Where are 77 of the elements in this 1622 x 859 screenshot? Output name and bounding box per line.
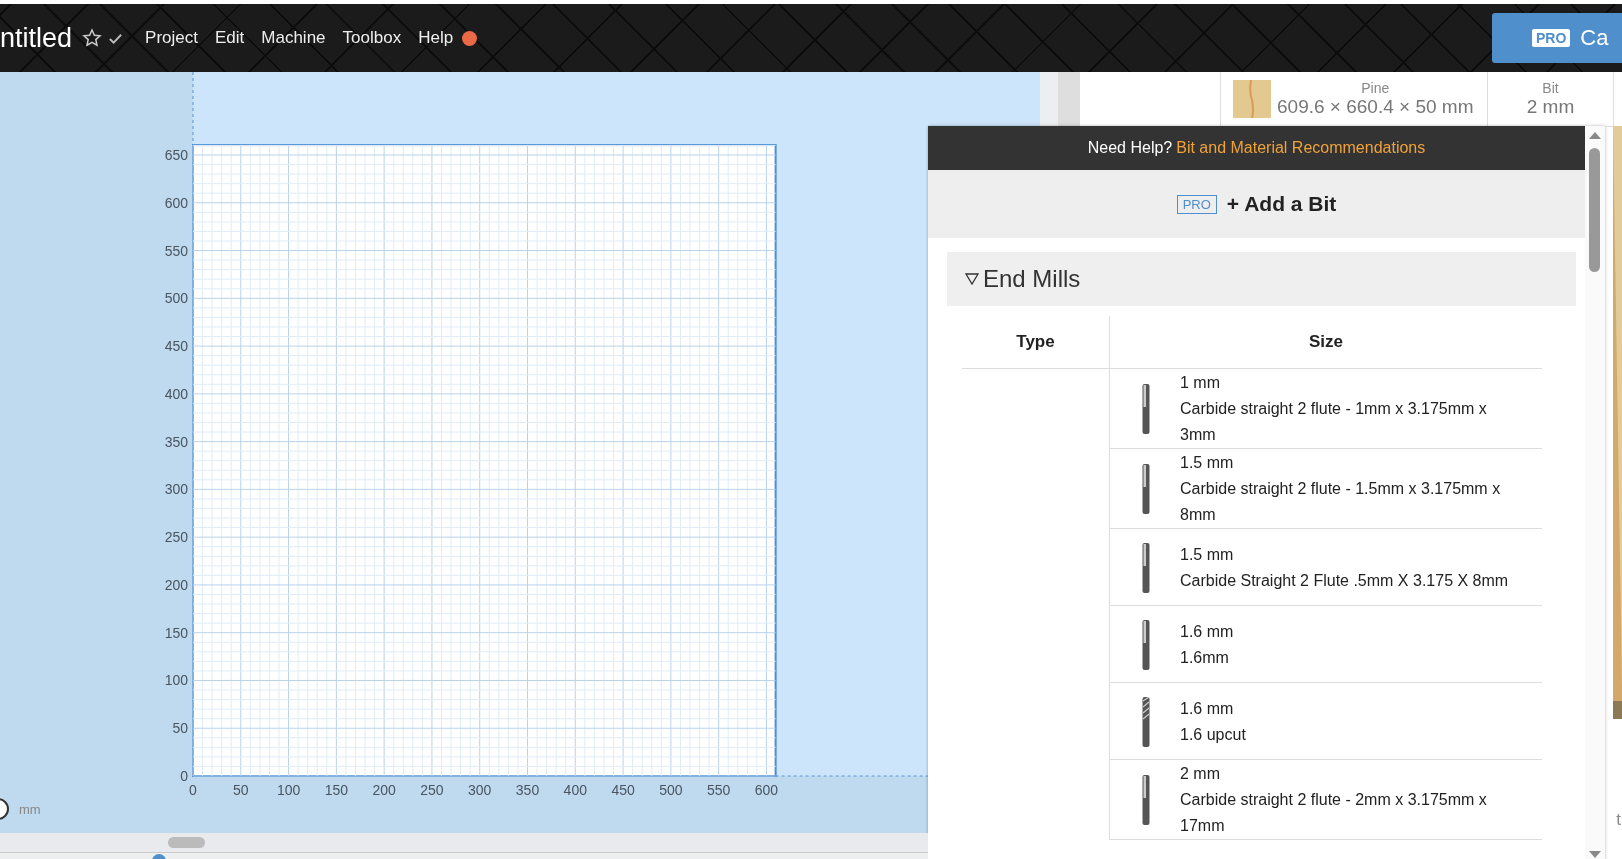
menu-item[interactable]: Help <box>418 28 454 48</box>
axis-label: 100 <box>276 782 301 798</box>
axis-label: 150 <box>164 624 188 641</box>
axis-label: 350 <box>515 782 540 798</box>
bit-description: 1.6 upcut <box>1180 724 1246 745</box>
axis-label: 200 <box>372 782 396 798</box>
bit-description: Carbide Straight 2 Flute .5mm X 3.175 X 8mm <box>1180 570 1509 591</box>
axis-label: 450 <box>164 338 188 355</box>
menu-item[interactable]: Edit <box>215 28 245 48</box>
add-bit-button[interactable]: PRO + Add a Bit <box>1170 191 1343 217</box>
straight-bit-icon <box>1142 775 1150 825</box>
bit-description: 1.6mm <box>1180 647 1230 668</box>
axis-label: 0 <box>189 782 197 798</box>
bit-size: 2 mm <box>1526 96 1575 118</box>
bit-option[interactable]: 1.6 mm 1.6 upcut <box>1110 694 1542 748</box>
straight-bit-icon <box>1142 384 1150 434</box>
bit-option[interactable]: 1 mm Carbide straight 2 flute - 1mm x 3.175mm x 3mm <box>1110 369 1542 448</box>
axis-label: 250 <box>420 782 444 798</box>
pro-badge: PRO <box>1532 29 1571 47</box>
star-icon[interactable] <box>82 28 103 48</box>
workpiece-grid[interactable] <box>192 144 777 777</box>
bit-label: Bit <box>1542 80 1559 96</box>
menu-item[interactable]: Toolbox <box>342 28 402 48</box>
bit-size: 2 mm <box>1180 764 1221 784</box>
spiral-bit-icon <box>1142 696 1150 747</box>
scrollbar[interactable] <box>0 833 928 852</box>
recommendations-link[interactable]: Bit and Material Recommendations <box>1176 139 1426 157</box>
axis-label: 500 <box>164 290 188 307</box>
axis-label: 200 <box>164 576 188 593</box>
straight-bit-icon <box>1142 619 1150 670</box>
axis-label: 650 <box>164 147 188 163</box>
axis-label: 300 <box>164 481 188 498</box>
straight-bit-icon <box>1142 464 1150 514</box>
section-header[interactable]: End Mills <box>947 252 1576 306</box>
axis-label: 150 <box>324 782 349 798</box>
material-name: Pine <box>1361 80 1390 96</box>
bit-description: Carbide straight 2 flute - 1mm x 3.175mm x 3mm <box>1180 399 1488 445</box>
wood-swatch <box>1233 80 1271 118</box>
menu-item[interactable]: Project <box>145 28 198 48</box>
axis-label: 550 <box>164 242 188 259</box>
axis-label: 600 <box>164 194 188 211</box>
bit-size: 1.5 mm <box>1180 453 1235 473</box>
axis-label: 550 <box>707 782 731 798</box>
help-text: Need Help? <box>1087 139 1173 157</box>
straight-bit-icon <box>1142 542 1150 593</box>
axis-label: 250 <box>164 529 188 546</box>
unit-label: mm <box>19 802 41 817</box>
axis-label: 0 <box>180 768 188 784</box>
bit-size: 1.5 mm <box>1180 544 1235 565</box>
bit-option[interactable]: 1.5 mm Carbide straight 2 flute - 1.5mm x 3.175mm x 8mm <box>1110 449 1542 528</box>
axis-label: 350 <box>164 433 188 450</box>
menu-item[interactable]: Machine <box>261 28 326 48</box>
bit-size: 1.6 mm <box>1180 698 1235 719</box>
axis-label: 100 <box>164 672 188 689</box>
bit-size: 1.6 mm <box>1180 621 1234 642</box>
column-header: Size <box>1109 316 1542 369</box>
material-dimensions: 609.6 × 660.4 × 50 mm <box>1277 96 1474 118</box>
axis-label: 300 <box>468 782 492 798</box>
axis-label: 50 <box>233 782 249 798</box>
bit-option[interactable]: 1.6 mm 1.6mm <box>1110 617 1542 671</box>
edge-text: t <box>1616 810 1621 830</box>
axis-label: 600 <box>754 782 779 798</box>
axis-label: 400 <box>164 385 188 402</box>
bit-option[interactable]: 1.5 mm Carbide Straight 2 Flute .5mm X 3.175 X 8mm <box>1110 540 1542 594</box>
axis-label: 50 <box>172 720 188 737</box>
column-header: Type <box>962 316 1110 369</box>
bit-option[interactable]: 2 mm Carbide straight 2 flute - 2mm x 3.175mm x 17mm <box>1110 760 1542 839</box>
axis-label: 450 <box>611 782 635 798</box>
bit-size: 1 mm <box>1180 373 1221 393</box>
project-title[interactable]: ntitled <box>0 22 73 54</box>
bit-description: Carbide straight 2 flute - 2mm x 3.175mm x 17mm <box>1180 790 1488 836</box>
pro-badge: PRO <box>1176 194 1217 214</box>
toggle-knob[interactable] <box>0 798 9 820</box>
scrollbar[interactable] <box>1585 126 1605 859</box>
axis-label: 400 <box>563 782 587 798</box>
bit-description: Carbide straight 2 flute - 1.5mm x 3.175mm x 8mm <box>1180 479 1502 525</box>
axis-label: 500 <box>659 782 683 798</box>
